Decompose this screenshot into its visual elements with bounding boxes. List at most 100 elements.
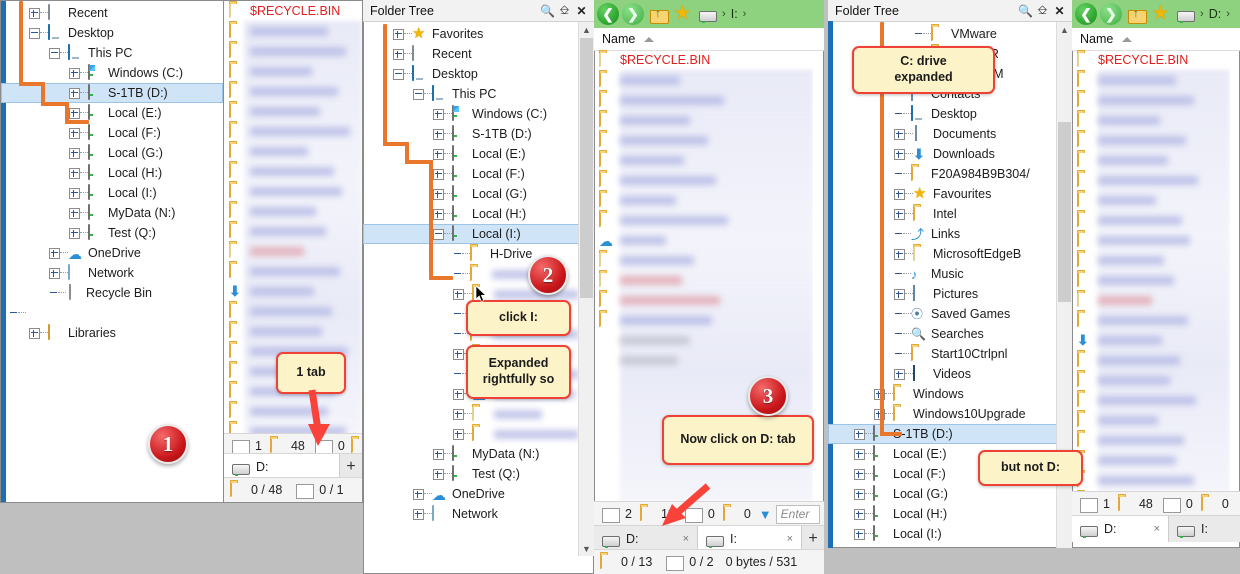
file-row[interactable] <box>1072 90 1230 110</box>
file-row[interactable] <box>1072 70 1230 90</box>
file-row[interactable] <box>594 250 813 270</box>
tree-item-network[interactable]: Network <box>363 504 579 524</box>
file-row[interactable] <box>224 61 362 81</box>
file-row[interactable] <box>224 181 362 201</box>
expander-toggle[interactable] <box>433 208 444 220</box>
expander-toggle[interactable] <box>29 27 40 39</box>
file-row[interactable] <box>594 270 813 290</box>
expander-toggle[interactable] <box>894 248 905 260</box>
file-row[interactable]: ⬇ <box>224 281 362 301</box>
tree-item-onedrive[interactable]: ☁ OneDrive <box>1 243 223 263</box>
file-row[interactable] <box>224 21 362 41</box>
expander-toggle[interactable] <box>69 207 80 219</box>
expander-toggle[interactable] <box>894 188 905 200</box>
file-row[interactable] <box>1072 110 1230 130</box>
file-row[interactable] <box>224 121 362 141</box>
middle-tree-scrollbar[interactable]: ▲ ▼ <box>578 22 594 556</box>
expander-toggle[interactable] <box>854 488 865 500</box>
tree-item-local-f[interactable]: Local (F:) <box>1 123 223 143</box>
favorites-star-icon[interactable]: ★ <box>674 4 691 24</box>
expander-toggle[interactable] <box>433 448 444 460</box>
expander-toggle[interactable] <box>433 468 444 480</box>
tree-item-this-pc[interactable]: This PC <box>1 43 223 63</box>
column-header-row[interactable]: Name <box>1072 28 1240 51</box>
file-row-recycle-bin[interactable]: $RECYCLE.BIN <box>1072 50 1230 70</box>
file-row[interactable] <box>224 201 362 221</box>
tree-item-links[interactable]: ⤴ Links <box>828 224 1057 244</box>
expander-toggle[interactable] <box>453 428 464 440</box>
expander-toggle[interactable] <box>49 247 60 259</box>
tree-item-local-i[interactable]: Local (I:) <box>363 224 579 244</box>
tree-item-libraries[interactable]: Libraries <box>1 323 223 343</box>
expander-toggle[interactable] <box>894 148 905 160</box>
file-row[interactable] <box>1072 270 1230 290</box>
expander-toggle[interactable] <box>69 167 80 179</box>
expander-toggle[interactable] <box>29 7 40 19</box>
expander-toggle[interactable] <box>894 288 905 300</box>
tree-item-local-f[interactable]: Local (F:) <box>363 164 579 184</box>
tree-item-windows-c[interactable]: Windows (C:) <box>363 104 579 124</box>
file-row[interactable] <box>594 110 813 130</box>
file-row[interactable] <box>224 241 362 261</box>
tree-item-recycle-bin[interactable]: Recycle Bin <box>1 283 223 303</box>
expander-toggle[interactable] <box>413 508 424 520</box>
tree-item-videos[interactable]: Videos <box>828 364 1057 384</box>
close-icon[interactable]: ✕ <box>573 2 590 19</box>
file-row-recycle-bin[interactable]: $RECYCLE.BIN <box>224 1 362 21</box>
expander-toggle[interactable] <box>69 147 80 159</box>
file-row[interactable] <box>1072 130 1230 150</box>
file-row[interactable] <box>224 301 362 321</box>
file-row[interactable] <box>1072 230 1230 250</box>
file-row[interactable] <box>224 261 362 281</box>
tree-item-pictures[interactable]: Pictures <box>828 284 1057 304</box>
tree-item-s-1tb-d[interactable]: S-1TB (D:) <box>828 424 1057 444</box>
expander-toggle[interactable] <box>453 348 464 360</box>
file-row[interactable]: ☁ <box>594 230 813 250</box>
file-row[interactable] <box>1072 150 1230 170</box>
expander-toggle[interactable] <box>69 187 80 199</box>
expander-toggle[interactable] <box>393 28 404 40</box>
expander-toggle[interactable] <box>854 448 865 460</box>
expander-toggle[interactable] <box>433 228 444 240</box>
tree-item-recent[interactable]: Recent <box>363 44 579 64</box>
file-row[interactable]: ⬇ <box>1072 330 1230 350</box>
right-tab-bar[interactable]: D: × I: <box>1072 515 1240 542</box>
expander-toggle[interactable] <box>29 327 40 339</box>
tree-item[interactable] <box>363 404 579 424</box>
favorites-star-icon[interactable]: ★ <box>1152 4 1169 24</box>
expander-toggle[interactable] <box>69 107 80 119</box>
file-row-recycle-bin[interactable]: $RECYCLE.BIN <box>594 50 813 70</box>
tree-item-start10ctrlpnl[interactable]: Start10Ctrlpnl <box>828 344 1057 364</box>
expander-toggle[interactable] <box>413 488 424 500</box>
tree-item-onedrive[interactable]: ☁ OneDrive <box>363 484 579 504</box>
file-row[interactable] <box>1072 290 1230 310</box>
tree-item-local-i[interactable]: Local (I:) <box>828 524 1057 544</box>
breadcrumb-drive[interactable]: D: <box>1209 7 1222 21</box>
expander-toggle[interactable] <box>453 288 464 300</box>
file-row[interactable] <box>594 190 813 210</box>
tree-item-local-e[interactable]: Local (E:) <box>1 103 223 123</box>
tree-item-local-e[interactable]: Local (E:) <box>363 144 579 164</box>
file-row[interactable] <box>1072 170 1230 190</box>
expander-toggle[interactable] <box>433 128 444 140</box>
expander-toggle[interactable] <box>433 108 444 120</box>
tree-item-local-h[interactable]: Local (H:) <box>363 204 579 224</box>
file-row[interactable] <box>224 101 362 121</box>
tree-item-desktop[interactable]: Desktop <box>363 64 579 84</box>
tree-item-local-g[interactable]: Local (G:) <box>828 484 1057 504</box>
search-icon[interactable]: 🔍 <box>1017 2 1034 19</box>
tree-item-local-h[interactable]: Local (H:) <box>1 163 223 183</box>
file-row[interactable] <box>1072 410 1230 430</box>
tree-item-favourites[interactable]: ★ Favourites <box>828 184 1057 204</box>
expander-toggle[interactable] <box>453 388 464 400</box>
tree-item-local-h[interactable]: Local (H:) <box>828 504 1057 524</box>
tree-item-this-pc[interactable]: This PC <box>363 84 579 104</box>
tree-item-test-q[interactable]: Test (Q:) <box>363 464 579 484</box>
tree-item[interactable] <box>363 424 579 444</box>
file-row[interactable] <box>224 81 362 101</box>
tree-item-local-g[interactable]: Local (G:) <box>363 184 579 204</box>
search-icon[interactable]: 🔍 <box>539 2 556 19</box>
right-file-list[interactable]: $RECYCLE.BIN ⬇ <box>1072 50 1230 492</box>
close-icon[interactable]: ✕ <box>1051 2 1068 19</box>
tree-item-desktop[interactable]: Desktop <box>1 23 223 43</box>
